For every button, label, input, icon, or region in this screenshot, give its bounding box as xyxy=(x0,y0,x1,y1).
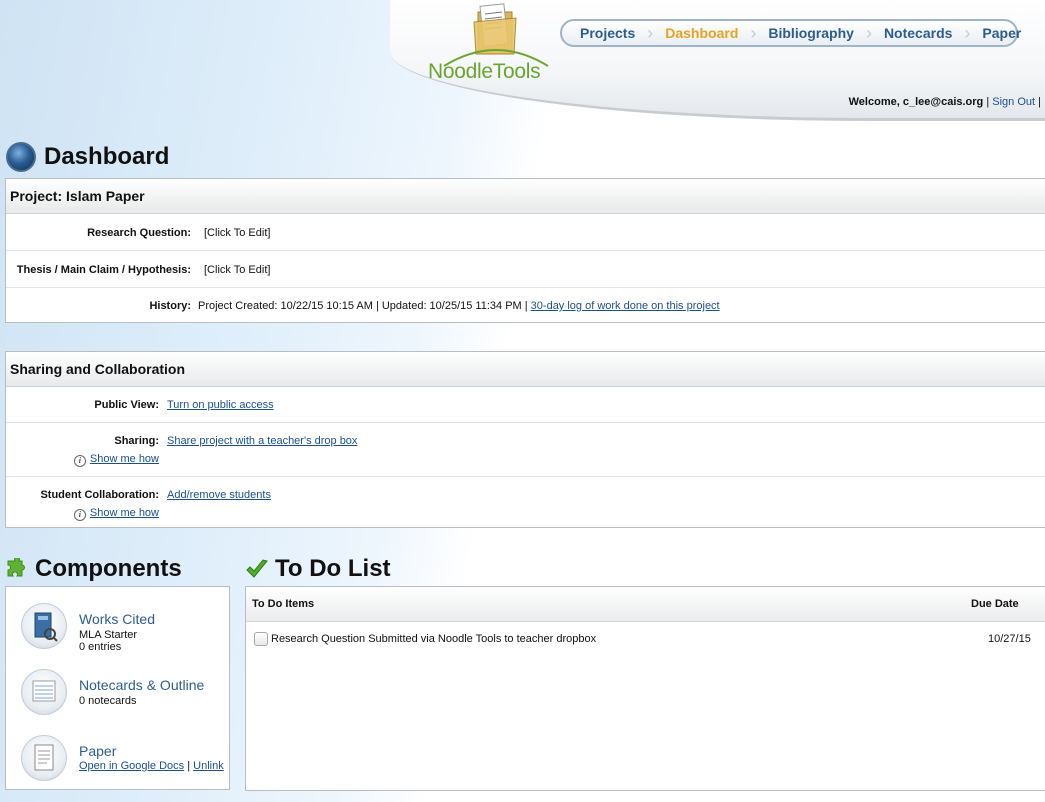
nav-notecards[interactable]: Notecards xyxy=(872,21,964,45)
nav-paper[interactable]: Paper xyxy=(970,21,1033,45)
header: NoodleTools Projects › Dashboard › Bibli… xyxy=(0,0,1045,140)
project-panel: Project: Islam Paper Research Question: … xyxy=(5,178,1045,323)
todo-box: To Do Items Due Date Research Question S… xyxy=(245,586,1045,791)
page-title-block: Dashboard xyxy=(6,142,169,172)
nav-bibliography[interactable]: Bibliography xyxy=(756,21,866,45)
nav-projects[interactable]: Projects xyxy=(568,21,647,45)
todo-items-header: To Do Items xyxy=(252,598,315,610)
separator: | xyxy=(187,760,191,772)
research-question-row: Research Question: [Click To Edit] xyxy=(6,214,1045,251)
paper-links: Open in Google Docs | Unlink xyxy=(79,760,224,772)
collaboration-row: Student Collaboration: Add/remove studen… xyxy=(6,477,1045,530)
welcome-bar: Welcome, c_lee@cais.org | Sign Out | xyxy=(849,96,1041,108)
history-row: History: Project Created: 10/22/15 10:15… xyxy=(6,288,1045,324)
todo-title-block: To Do List xyxy=(245,555,391,583)
todo-due-header: Due Date xyxy=(971,598,1019,610)
todo-text: Research Question Submitted via Noodle T… xyxy=(271,633,597,645)
globe-icon xyxy=(6,142,36,172)
sharing-row: Sharing: Share project with a teacher's … xyxy=(6,423,1045,477)
sharing-panel: Sharing and Collaboration Public View: T… xyxy=(5,351,1045,528)
sign-out-link[interactable]: Sign Out xyxy=(992,96,1035,108)
public-access-link[interactable]: Turn on public access xyxy=(167,399,274,411)
book-icon xyxy=(21,603,67,649)
open-google-docs-link[interactable]: Open in Google Docs xyxy=(79,760,184,772)
add-remove-students-link[interactable]: Add/remove students xyxy=(167,489,271,501)
separator: | xyxy=(986,96,990,108)
logo-text[interactable]: NoodleTools xyxy=(428,60,541,84)
notecards-count: 0 notecards xyxy=(79,695,137,707)
public-view-row: Public View: Turn on public access xyxy=(6,387,1045,423)
research-question-value[interactable]: [Click To Edit] xyxy=(204,227,270,239)
history-label: History: xyxy=(149,300,191,312)
sharing-label: Sharing: xyxy=(114,435,159,447)
thesis-value[interactable]: [Click To Edit] xyxy=(204,264,270,276)
separator: | xyxy=(1038,96,1041,108)
history-text: Project Created: 10/22/15 10:15 AM | Upd… xyxy=(198,300,531,312)
paper-icon xyxy=(21,735,67,781)
show-me-how-sharing[interactable]: i Show me how xyxy=(73,453,159,467)
collaboration-label: Student Collaboration: xyxy=(40,489,159,501)
show-me-how-link[interactable]: Show me how xyxy=(90,453,159,465)
works-cited-style: MLA Starter xyxy=(79,629,138,641)
project-heading: Project: Islam Paper xyxy=(6,179,1045,214)
show-me-how-collab[interactable]: i Show me how xyxy=(73,507,159,521)
share-dropbox-link[interactable]: Share project with a teacher's drop box xyxy=(167,435,357,447)
components-title: Components xyxy=(35,555,182,582)
todo-due-date: 10/27/15 xyxy=(988,633,1031,645)
components-box: Works Cited MLA Starter 0 entries Noteca… xyxy=(5,586,230,790)
todo-row: Research Question Submitted via Noodle T… xyxy=(246,622,1045,658)
components-title-block: Components xyxy=(5,555,182,583)
main-nav: Projects › Dashboard › Bibliography › No… xyxy=(560,19,1021,47)
works-cited-count: 0 entries xyxy=(79,641,122,653)
show-me-how-link[interactable]: Show me how xyxy=(90,507,159,519)
nav-dashboard[interactable]: Dashboard xyxy=(653,21,750,45)
notecards-title[interactable]: Notecards & Outline xyxy=(79,677,204,693)
todo-checkbox[interactable] xyxy=(254,632,268,646)
research-question-label: Research Question: xyxy=(87,227,191,239)
unlink-link[interactable]: Unlink xyxy=(193,760,224,772)
thesis-row: Thesis / Main Claim / Hypothesis: [Click… xyxy=(6,251,1045,288)
info-icon: i xyxy=(73,455,86,467)
paper-title[interactable]: Paper xyxy=(79,743,116,759)
works-cited-title[interactable]: Works Cited xyxy=(79,611,155,627)
welcome-text: Welcome, c_lee@cais.org xyxy=(848,96,984,108)
thesis-label: Thesis / Main Claim / Hypothesis: xyxy=(16,264,191,276)
page-title: Dashboard xyxy=(44,143,170,170)
todo-title: To Do List xyxy=(275,555,391,582)
checkmark-icon xyxy=(246,559,268,578)
public-view-label: Public View: xyxy=(94,399,159,411)
info-icon: i xyxy=(73,509,86,521)
todo-header: To Do Items Due Date xyxy=(246,587,1045,622)
history-log-link[interactable]: 30-day log of work done on this project xyxy=(531,300,720,312)
notecards-icon xyxy=(21,669,67,715)
history-value: Project Created: 10/22/15 10:15 AM | Upd… xyxy=(198,300,720,312)
sharing-heading: Sharing and Collaboration xyxy=(6,352,1045,387)
puzzle-icon xyxy=(7,558,25,577)
